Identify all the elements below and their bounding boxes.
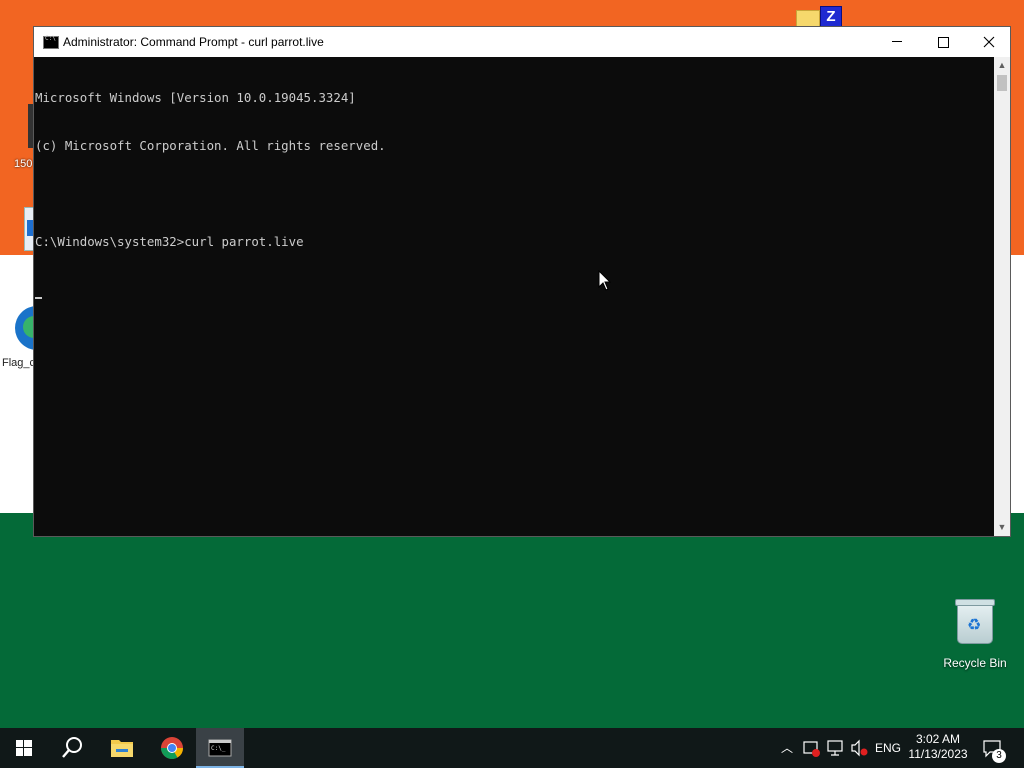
taskbar: C:\_ ︿ ENG 3:02 AM 11/13/2023 3	[0, 728, 1024, 768]
mouse-pointer-icon	[598, 270, 612, 291]
start-button[interactable]	[0, 728, 48, 768]
input-language-indicator[interactable]: ENG	[872, 728, 904, 768]
console-line: Microsoft Windows [Version 10.0.19045.33…	[35, 90, 356, 105]
command-prompt-taskbar-button[interactable]: C:\_	[196, 728, 244, 768]
minimize-button[interactable]	[874, 27, 920, 57]
desktop-top-icons: Z	[796, 6, 844, 28]
scroll-down-arrow-icon[interactable]: ▼	[994, 519, 1010, 536]
cmd-icon: C:\_	[208, 739, 232, 757]
security-warning-icon[interactable]	[801, 728, 821, 768]
notification-count-badge: 3	[992, 749, 1006, 763]
windows-logo-icon	[16, 740, 32, 756]
console-line: C:\Windows\system32>curl parrot.live	[35, 234, 304, 249]
desktop-icon-label-flag[interactable]: Flag_c	[2, 357, 35, 369]
clock-date: 11/13/2023	[908, 747, 968, 761]
winzip-icon[interactable]: Z	[820, 6, 842, 28]
scroll-thumb[interactable]	[997, 75, 1007, 91]
svg-text:C:\_: C:\_	[211, 745, 226, 752]
recycle-bin-shortcut[interactable]: ♻ Recycle Bin	[940, 599, 1010, 670]
cmd-app-icon[interactable]	[43, 35, 59, 49]
close-button[interactable]	[966, 27, 1012, 57]
recycle-bin-icon: ♻	[955, 599, 995, 644]
search-button[interactable]	[48, 728, 96, 768]
window-title: Administrator: Command Prompt - curl par…	[63, 35, 324, 49]
chrome-icon	[161, 737, 183, 759]
maximize-button[interactable]	[920, 27, 966, 57]
volume-muted-icon[interactable]	[849, 728, 869, 768]
show-hidden-icons-chevron-icon[interactable]: ︿	[777, 728, 797, 768]
text-cursor	[35, 297, 42, 299]
cursor-line	[35, 282, 994, 299]
chrome-button[interactable]	[148, 728, 196, 768]
folder-icon	[111, 740, 133, 757]
maximize-icon	[938, 37, 949, 48]
network-icon[interactable]	[825, 728, 845, 768]
clock[interactable]: 3:02 AM 11/13/2023	[906, 728, 970, 768]
action-center-button[interactable]: 3	[978, 728, 1008, 768]
scroll-up-arrow-icon[interactable]: ▲	[994, 57, 1010, 74]
minimize-icon	[892, 41, 902, 42]
title-bar[interactable]: Administrator: Command Prompt - curl par…	[34, 27, 1010, 57]
file-explorer-button[interactable]	[98, 728, 146, 768]
wallpaper-green-band	[0, 513, 1024, 728]
clock-time: 3:02 AM	[915, 732, 961, 746]
search-icon	[62, 737, 82, 758]
command-prompt-window[interactable]: Administrator: Command Prompt - curl par…	[33, 26, 1011, 537]
desktop-icon-label-150[interactable]: 150	[14, 158, 32, 170]
vertical-scrollbar[interactable]: ▲ ▼	[994, 57, 1010, 536]
notification-icon	[983, 740, 1001, 758]
recycle-bin-label: Recycle Bin	[943, 656, 1007, 670]
console-line: (c) Microsoft Corporation. All rights re…	[35, 138, 386, 153]
console-output[interactable]: Microsoft Windows [Version 10.0.19045.33…	[34, 57, 994, 536]
close-icon	[983, 36, 995, 48]
